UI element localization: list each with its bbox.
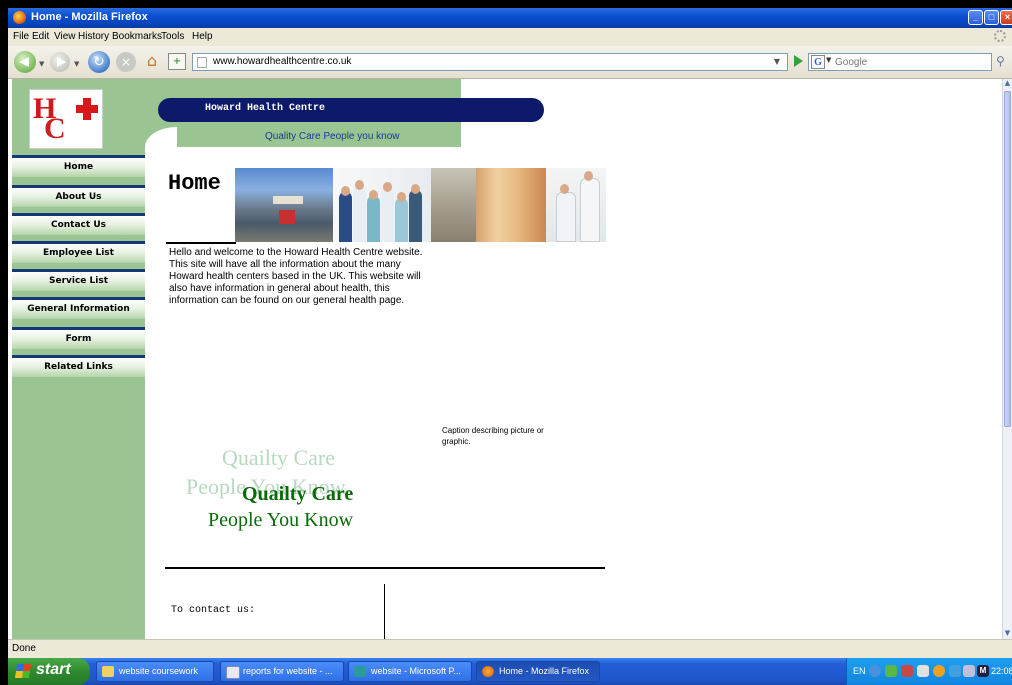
bookmark-page-icon[interactable]: + (168, 53, 186, 70)
nav-home[interactable]: Home (12, 155, 145, 177)
stop-icon[interactable]: × (116, 52, 136, 72)
nav-about-us[interactable]: About Us (12, 185, 145, 207)
title-bar[interactable]: Home - Mozilla Firefox _ □ × (8, 8, 1012, 28)
start-button[interactable]: start (8, 658, 90, 685)
page-icon (197, 57, 207, 68)
firefox-icon (482, 666, 494, 677)
task-firefox[interactable]: Home - Mozilla Firefox (476, 661, 600, 682)
address-bar[interactable]: www.howardhealthcentre.co.uk (192, 53, 788, 71)
m-app-icon[interactable]: M (977, 665, 989, 677)
status-text: Done (12, 643, 36, 654)
menu-view[interactable]: View (54, 31, 76, 42)
red-cross-icon (76, 98, 98, 120)
contact-label: To contact us: (171, 605, 256, 616)
scroll-thumb[interactable] (1004, 91, 1011, 427)
menu-help[interactable]: Help (192, 31, 213, 42)
vertical-scrollbar[interactable]: ▲ ▼ (1002, 79, 1012, 639)
address-text: www.howardhealthcentre.co.uk (213, 56, 352, 67)
page-viewport: H C Home About Us Contact Us Employee Li… (8, 79, 1002, 639)
site-title-banner: Howard Health Centre (158, 98, 544, 122)
publisher-icon (354, 666, 366, 677)
tray-app-icon[interactable] (901, 665, 913, 677)
language-indicator[interactable]: EN (853, 666, 866, 676)
close-button[interactable]: × (1000, 10, 1012, 25)
minimize-button[interactable]: _ (968, 10, 983, 25)
corridor-photo (476, 168, 546, 242)
security-icon[interactable] (885, 665, 897, 677)
search-box[interactable]: G ▼ (808, 53, 992, 71)
task-reports[interactable]: reports for website - ... (220, 661, 344, 682)
network-icon[interactable] (869, 665, 881, 677)
firefox-icon (13, 11, 26, 24)
menu-tools[interactable]: Tools (161, 31, 184, 42)
scroll-down-icon[interactable]: ▼ (1003, 629, 1012, 639)
search-magnifier-icon[interactable]: ⚲ (996, 54, 1010, 68)
home-icon[interactable]: ⌂ (142, 52, 162, 70)
google-engine-icon[interactable]: G (811, 55, 825, 69)
document-icon (226, 666, 240, 679)
doctors-photo (546, 168, 606, 242)
page-heading: Home (168, 171, 221, 196)
staff-photo (333, 168, 431, 242)
browser-window: Home - Mozilla Firefox _ □ × File Edit V… (8, 8, 1012, 685)
status-bar: Done (8, 639, 1012, 658)
engine-dropdown-icon[interactable]: ▼ (826, 56, 831, 64)
task-website-coursework[interactable]: website coursework (96, 661, 214, 682)
nav-service-list[interactable]: Service List (12, 269, 145, 291)
intro-paragraph: Hello and welcome to the Howard Health C… (169, 247, 423, 306)
url-dropdown-icon[interactable]: ▼ (770, 54, 784, 70)
forward-arrow-icon[interactable] (50, 52, 70, 72)
volume-icon[interactable] (917, 665, 929, 677)
room-photo (431, 168, 476, 242)
tagline: Quality Care People you know (265, 131, 400, 142)
contact-column-divider (384, 584, 385, 639)
navigation-toolbar: ▼ ▼ ↻ × ⌂ + www.howardhealthcentre.co.uk… (8, 46, 1012, 79)
menu-history[interactable]: History (78, 31, 109, 42)
wordart-line1: Quailty Care (242, 483, 354, 505)
heading-underline (166, 242, 236, 244)
scroll-up-icon[interactable]: ▲ (1003, 79, 1012, 89)
nav-contact-us[interactable]: Contact Us (12, 213, 145, 235)
menu-edit[interactable]: Edit (32, 31, 49, 42)
site-title: Howard Health Centre (205, 103, 326, 114)
building-photo (235, 168, 333, 242)
nav-form[interactable]: Form (12, 327, 145, 349)
update-icon[interactable] (933, 665, 945, 677)
start-label: start (36, 661, 71, 678)
display-icon[interactable] (963, 665, 975, 677)
system-tray: EN M 22:08 (846, 658, 1012, 685)
task-publisher[interactable]: website - Microsoft P... (348, 661, 472, 682)
menu-bar: File Edit View History Bookmarks Tools H… (8, 28, 1012, 46)
forward-dropdown-icon[interactable]: ▼ (74, 60, 79, 68)
folder-icon (102, 666, 114, 677)
windows-flag-icon (15, 664, 31, 678)
wordart-shadow-line1: Quailty Care (222, 445, 336, 470)
go-arrow-icon[interactable] (794, 55, 803, 67)
back-arrow-icon[interactable] (14, 51, 36, 73)
window-title: Home - Mozilla Firefox (31, 11, 148, 23)
clock: 22:08 (991, 666, 1012, 676)
taskbar: start website coursework reports for web… (8, 658, 1012, 685)
picture-caption: Caption describing picture or graphic. (442, 426, 544, 446)
content-divider (165, 567, 605, 569)
messenger-icon[interactable] (949, 665, 961, 677)
wordart-line2: People You Know (208, 509, 354, 531)
throbber-icon (994, 30, 1006, 42)
menu-file[interactable]: File (13, 31, 29, 42)
hhc-logo: H C (29, 89, 103, 149)
reload-icon[interactable]: ↻ (88, 51, 110, 73)
back-dropdown-icon[interactable]: ▼ (39, 60, 44, 68)
nav-employee-list[interactable]: Employee List (12, 241, 145, 263)
search-input[interactable] (835, 55, 985, 69)
maximize-button[interactable]: □ (984, 10, 999, 25)
menu-bookmarks[interactable]: Bookmarks (112, 31, 162, 42)
nav-related-links[interactable]: Related Links (12, 355, 145, 377)
nav-general-information[interactable]: General Information (12, 297, 145, 319)
